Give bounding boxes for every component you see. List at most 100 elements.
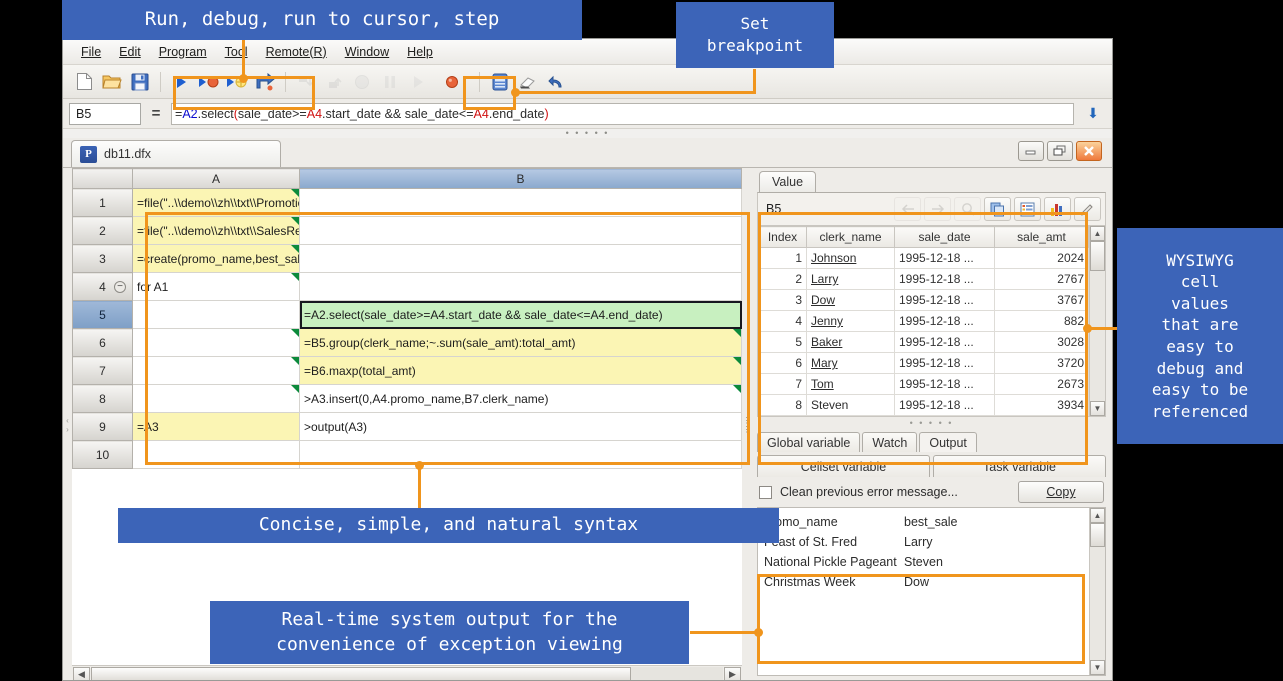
clerk-name-link[interactable]: Johnson xyxy=(811,251,856,265)
cell-reference-input[interactable]: B5 xyxy=(69,103,141,125)
menu-item-help[interactable]: Help xyxy=(399,42,441,62)
minimize-button[interactable] xyxy=(1018,141,1044,161)
search-icon[interactable] xyxy=(954,197,981,221)
value-col-header-sale_date[interactable]: sale_date xyxy=(895,227,995,248)
clerk-name-link[interactable]: Larry xyxy=(811,272,838,286)
row-header-1[interactable]: 1 xyxy=(73,189,133,217)
row-header-10[interactable]: 10 xyxy=(73,441,133,469)
clerk-name-link[interactable]: Baker xyxy=(811,335,842,349)
vscroll-thumb[interactable] xyxy=(1090,241,1105,271)
step-icon[interactable] xyxy=(252,69,278,95)
row-header-5[interactable]: 5 xyxy=(73,301,133,329)
menu-item-window[interactable]: Window xyxy=(337,42,397,62)
copy-icon[interactable] xyxy=(984,197,1011,221)
cell-B9[interactable]: >output(A3) xyxy=(300,413,742,441)
output-scrollbar[interactable]: ▲ ▼ xyxy=(1089,508,1105,675)
value-cell-clerk-name[interactable]: Mary xyxy=(807,353,895,374)
output-scroll-down-arrow-icon[interactable]: ▼ xyxy=(1090,660,1105,675)
save-file-icon[interactable] xyxy=(127,69,153,95)
collapse-block-button[interactable]: − xyxy=(114,281,126,293)
cell-A9[interactable]: =A3 xyxy=(133,413,300,441)
cell-B2[interactable] xyxy=(300,217,742,245)
tab-task-variable[interactable]: Task variable xyxy=(933,455,1106,477)
output-scroll-up-arrow-icon[interactable]: ▲ xyxy=(1090,508,1105,523)
step-into-icon[interactable] xyxy=(293,69,319,95)
cell-A2[interactable]: =file("..\\demo\\zh\\txt\\SalesRecord.tx… xyxy=(133,217,300,245)
row-header-7[interactable]: 7 xyxy=(73,357,133,385)
vscroll-track[interactable] xyxy=(1090,241,1105,401)
cell-B8[interactable]: >A3.insert(0,A4.promo_name,B7.clerk_name… xyxy=(300,385,742,413)
value-col-header-Index[interactable]: Index xyxy=(759,227,807,248)
scroll-right-arrow-icon[interactable]: ▶ xyxy=(724,667,741,681)
scroll-left-arrow-icon[interactable]: ◀ xyxy=(73,667,90,681)
splitter-handle-horizontal[interactable]: • • • • • xyxy=(63,129,1112,138)
cell-A5[interactable] xyxy=(133,301,300,329)
value-cell-clerk-name[interactable]: Baker xyxy=(807,332,895,353)
value-col-header-clerk_name[interactable]: clerk_name xyxy=(807,227,895,248)
scroll-down-arrow-icon[interactable]: ▼ xyxy=(1090,401,1105,416)
cell-A1[interactable]: =file("..\\demo\\zh\\txt\\Promotion.txt"… xyxy=(133,189,300,217)
row-header-4[interactable]: 4− xyxy=(73,273,133,301)
menu-item-file[interactable]: File xyxy=(73,42,109,62)
value-table-row[interactable]: 7Tom1995-12-18 ...2673 xyxy=(759,374,1089,395)
cell-A7[interactable] xyxy=(133,357,300,385)
debug-icon[interactable] xyxy=(196,69,222,95)
open-file-icon[interactable] xyxy=(99,69,125,95)
menu-item-tool[interactable]: Tool xyxy=(217,42,256,62)
menu-item-edit[interactable]: Edit xyxy=(111,42,149,62)
value-table[interactable]: Indexclerk_namesale_datesale_amt 1Johnso… xyxy=(758,226,1089,416)
edit-cell-icon[interactable] xyxy=(487,69,513,95)
list-view-icon[interactable] xyxy=(1014,197,1041,221)
clean-error-checkbox[interactable] xyxy=(759,486,772,499)
output-text[interactable]: promo_name best_sale Feast of St. FredLa… xyxy=(758,508,1089,675)
chart-icon[interactable] xyxy=(1044,197,1071,221)
cell-A4[interactable]: for A1 xyxy=(133,273,300,301)
formula-input[interactable]: =A2.select(sale_date>=A4.start_date && s… xyxy=(171,103,1074,125)
tab-value[interactable]: Value xyxy=(759,171,816,192)
cell-B7[interactable]: =B6.maxp(total_amt) xyxy=(300,357,742,385)
tab-global-variable[interactable]: Global variable xyxy=(757,432,860,452)
cell-B5[interactable]: =A2.select(sale_date>=A4.start_date && s… xyxy=(300,301,742,329)
value-col-header-sale_amt[interactable]: sale_amt xyxy=(995,227,1089,248)
row-header-2[interactable]: 2 xyxy=(73,217,133,245)
new-file-icon[interactable] xyxy=(71,69,97,95)
close-button[interactable] xyxy=(1076,141,1102,161)
value-cell-clerk-name[interactable]: Larry xyxy=(807,269,895,290)
edit-pen-icon[interactable] xyxy=(1074,197,1101,221)
tab-output[interactable]: Output xyxy=(919,432,977,452)
grid-corner-header[interactable] xyxy=(73,169,133,189)
menu-item-remote[interactable]: Remote(R) xyxy=(258,42,335,62)
value-table-row[interactable]: 2Larry1995-12-18 ...2767 xyxy=(759,269,1089,290)
column-header-b[interactable]: B xyxy=(300,169,742,189)
cell-B3[interactable] xyxy=(300,245,742,273)
value-table-row[interactable]: 8Steven1995-12-18 ...3934 xyxy=(759,395,1089,416)
value-cell-clerk-name[interactable]: Johnson xyxy=(807,248,895,269)
horizontal-scrollbar[interactable]: ◀ ▶ xyxy=(72,665,742,681)
value-cell-clerk-name[interactable]: Dow xyxy=(807,290,895,311)
set-breakpoint-icon[interactable] xyxy=(439,69,465,95)
value-cell-clerk-name[interactable]: Steven xyxy=(807,395,895,416)
stop-icon[interactable] xyxy=(349,69,375,95)
clerk-name-link[interactable]: Tom xyxy=(811,377,834,391)
tab-cellset-variable[interactable]: Cellset variable xyxy=(757,455,930,477)
hscroll-thumb[interactable] xyxy=(91,667,631,681)
pane-gripper-right[interactable]: ⋮⋮ xyxy=(742,168,751,681)
step-out-icon[interactable] xyxy=(321,69,347,95)
chevron-down-icon[interactable]: ⬇ xyxy=(1080,103,1106,125)
tab-watch[interactable]: Watch xyxy=(862,432,917,452)
cell-B4[interactable] xyxy=(300,273,742,301)
row-header-9[interactable]: 9 xyxy=(73,413,133,441)
clerk-name-link[interactable]: Jenny xyxy=(811,314,843,328)
back-arrow-icon[interactable] xyxy=(894,197,921,221)
cell-B1[interactable] xyxy=(300,189,742,217)
value-table-row[interactable]: 1Johnson1995-12-18 ...2024 xyxy=(759,248,1089,269)
output-scroll-thumb[interactable] xyxy=(1090,523,1105,547)
value-cell-clerk-name[interactable]: Jenny xyxy=(807,311,895,332)
row-header-8[interactable]: 8 xyxy=(73,385,133,413)
column-header-a[interactable]: A xyxy=(133,169,300,189)
run-icon[interactable] xyxy=(168,69,194,95)
output-scroll-track[interactable] xyxy=(1090,523,1105,660)
row-header-6[interactable]: 6 xyxy=(73,329,133,357)
restore-button[interactable] xyxy=(1047,141,1073,161)
splitter-handle-value[interactable]: • • • • • xyxy=(751,417,1112,429)
